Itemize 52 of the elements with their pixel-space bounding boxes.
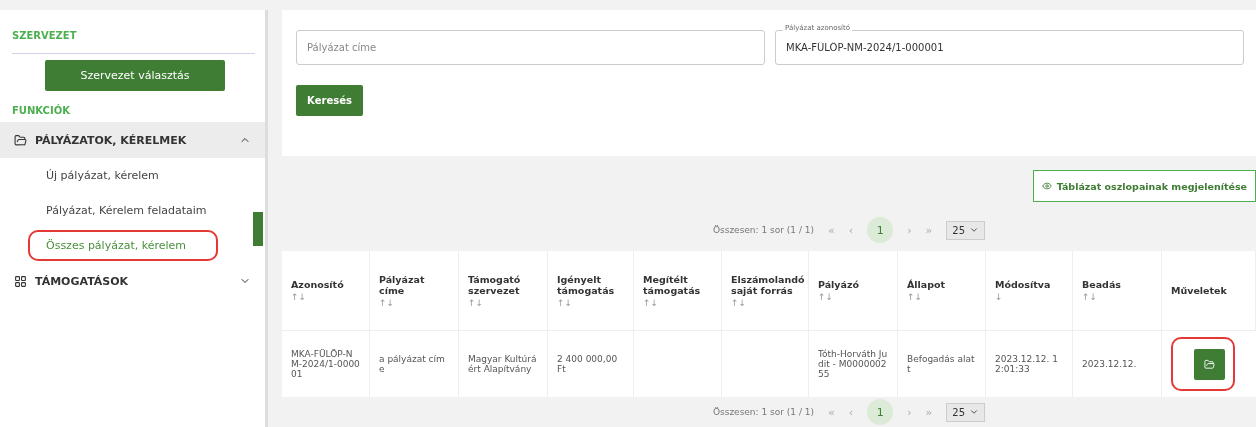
column-header[interactable]: Beadás ↑↓ [1073, 251, 1162, 332]
row-count: Összesen: 1 sor (1 / 1) [712, 225, 815, 236]
page-size-select[interactable]: 25 [946, 402, 986, 422]
sort-toggle[interactable]: ↓ [995, 292, 1003, 303]
sort-toggle[interactable]: ↑↓ [643, 297, 659, 308]
column-header[interactable]: Módosítva ↓ [986, 251, 1073, 332]
active-indicator [253, 212, 263, 246]
grid-icon [14, 274, 27, 288]
sort-toggle[interactable]: ↑↓ [818, 292, 834, 303]
eye-icon [1041, 181, 1052, 192]
sort-toggle[interactable]: ↑↓ [557, 297, 573, 308]
search-button[interactable]: Keresés [296, 85, 363, 116]
column-header[interactable]: Műveletek [1162, 251, 1256, 332]
table-cell: 2 400 000,00 Ft [548, 331, 634, 398]
menu-item[interactable]: Pályázat, Kérelem feladataim [0, 193, 265, 228]
column-header[interactable]: Megítélt támogatás ↑↓ [634, 251, 722, 332]
folder-icon [14, 133, 27, 147]
row-count: Összesen: 1 sor (1 / 1) [712, 407, 815, 418]
organization-select-button[interactable]: Szervezet választás [45, 60, 225, 91]
sort-toggle[interactable]: ↑↓ [468, 297, 484, 308]
column-header[interactable]: Elszámolandó saját forrás ↑↓ [722, 251, 809, 332]
sort-toggle[interactable]: ↑↓ [291, 292, 307, 303]
column-header[interactable]: Támogató szervezet ↑↓ [459, 251, 548, 332]
table-cell: Tóth-Horváth Judit - M000000255 [809, 331, 898, 398]
column-header[interactable]: Azonosító ↑↓ [282, 251, 370, 332]
section-title: FUNKCIÓK [11, 103, 71, 118]
table-cell: MKA-FÜLÖP-NM-2024/1-000001 [282, 331, 370, 398]
column-header[interactable]: Igényelt támogatás ↑↓ [548, 251, 634, 332]
page-size-select[interactable]: 25 [946, 220, 986, 240]
sort-toggle[interactable]: ↑↓ [731, 297, 747, 308]
table-cell: 2023.12.12. 12:01:33 [986, 331, 1073, 398]
section-title: SZERVEZET [11, 29, 78, 43]
sort-toggle[interactable]: ↑↓ [1082, 292, 1098, 303]
input-field[interactable]: Pályázat címe [296, 30, 765, 65]
table-cell: Befogadás alatt [898, 331, 986, 398]
table-cell: 2023.12.12. [1073, 331, 1162, 398]
page-button[interactable]: 1 [867, 399, 894, 426]
column-header[interactable]: Pályázó ↑↓ [809, 251, 898, 332]
folder-icon [1203, 358, 1215, 370]
page-button[interactable]: 1 [867, 217, 894, 244]
sort-toggle[interactable]: ↑↓ [379, 297, 395, 308]
menu-group[interactable]: PÁLYÁZATOK, KÉRELMEK [0, 122, 265, 158]
table-cell: Magyar Kultúráért Alapítvány [459, 331, 548, 398]
menu-item[interactable]: Új pályázat, kérelem [0, 158, 265, 193]
column-header[interactable]: Állapot ↑↓ [898, 251, 986, 332]
column-header[interactable]: Pályázat címe ↑↓ [370, 251, 459, 332]
menu-item[interactable]: Összes pályázat, kérelem [0, 228, 265, 263]
column-visibility-button[interactable]: Táblázat oszlopainak megjelenítése [1032, 170, 1256, 203]
input-field[interactable]: MKA-FÜLÖP-NM-2024/1-000001 [775, 30, 1244, 65]
open-button[interactable] [1193, 348, 1225, 380]
table-cell: a pályázat címe [370, 331, 459, 398]
sort-toggle[interactable]: ↑↓ [907, 292, 923, 303]
